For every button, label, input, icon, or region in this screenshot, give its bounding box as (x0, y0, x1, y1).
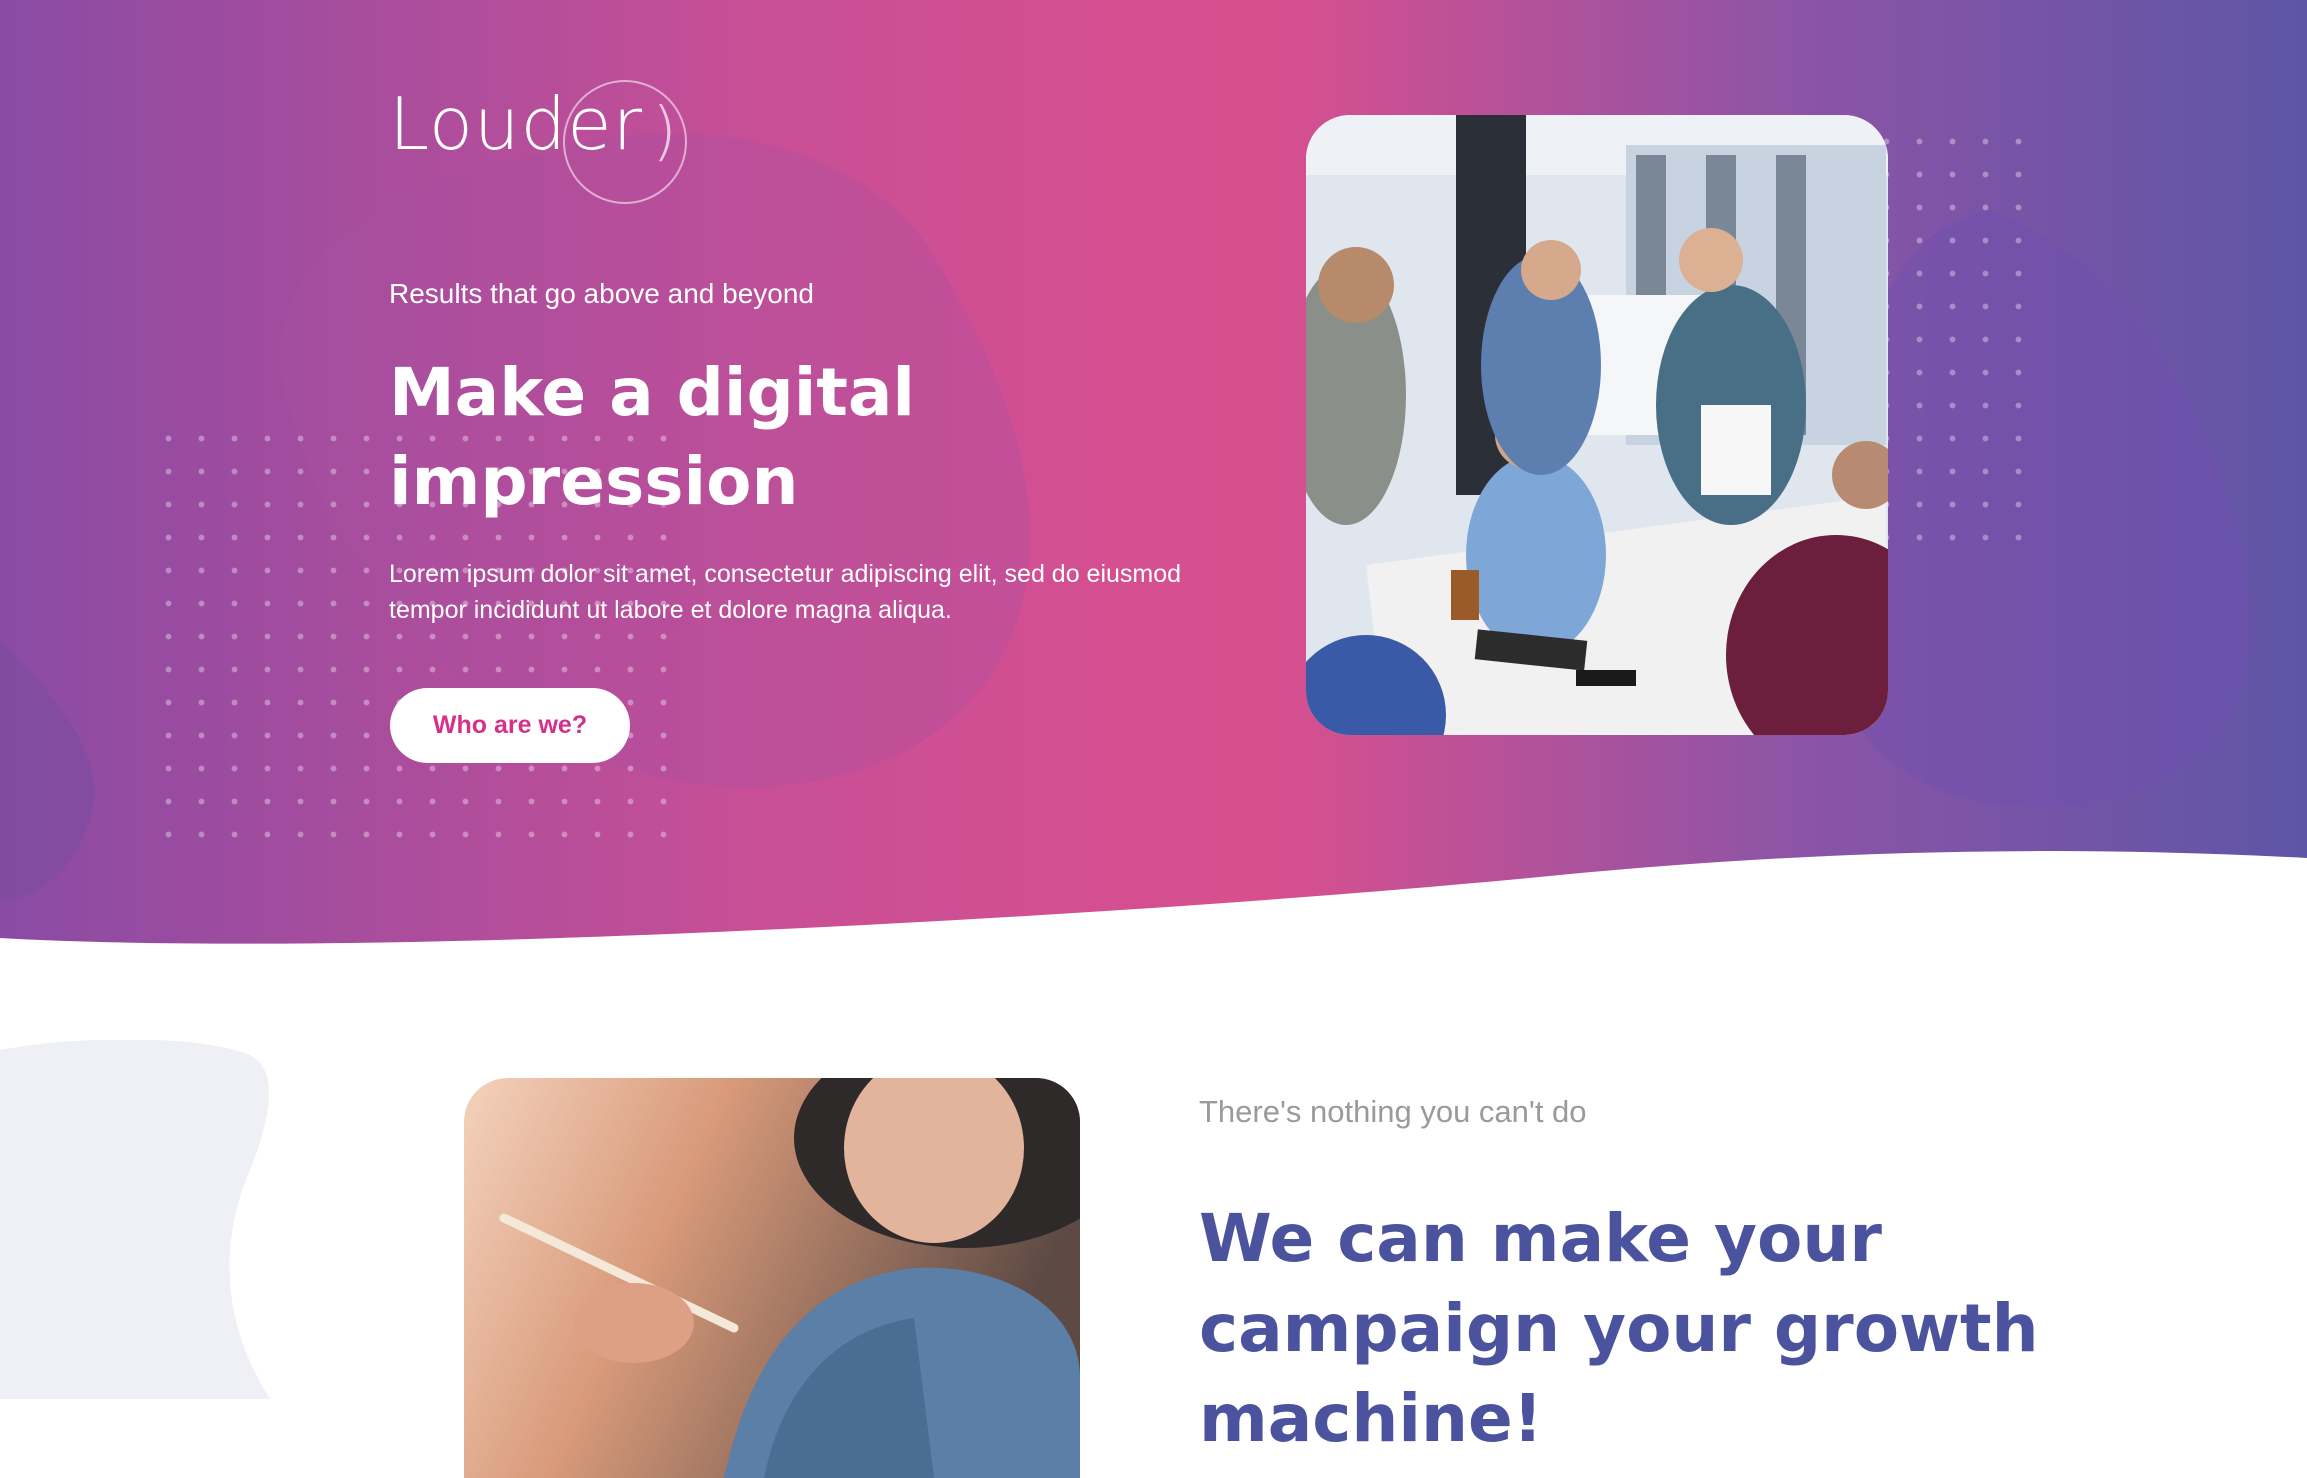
hero-headline: Make a digital impression (389, 354, 916, 520)
logo-mark: ) (652, 95, 677, 169)
hero-body: Lorem ipsum dolor sit amet, consectetur … (389, 560, 1182, 624)
section-title: We can make your campaign your growth ma… (1199, 1200, 2039, 1457)
who-are-we-button[interactable]: Who are we? (390, 688, 630, 763)
woman-photo (464, 1078, 1080, 1478)
hero-section: Louder ) Results that go above and beyon… (0, 0, 2307, 960)
hero-tagline: Results that go above and beyond (389, 278, 814, 309)
team-photo (1306, 115, 1888, 735)
dot-pattern (1870, 125, 2040, 545)
background-blob (0, 1040, 270, 1399)
section-kicker: There's nothing you can't do (1199, 1094, 1587, 1129)
